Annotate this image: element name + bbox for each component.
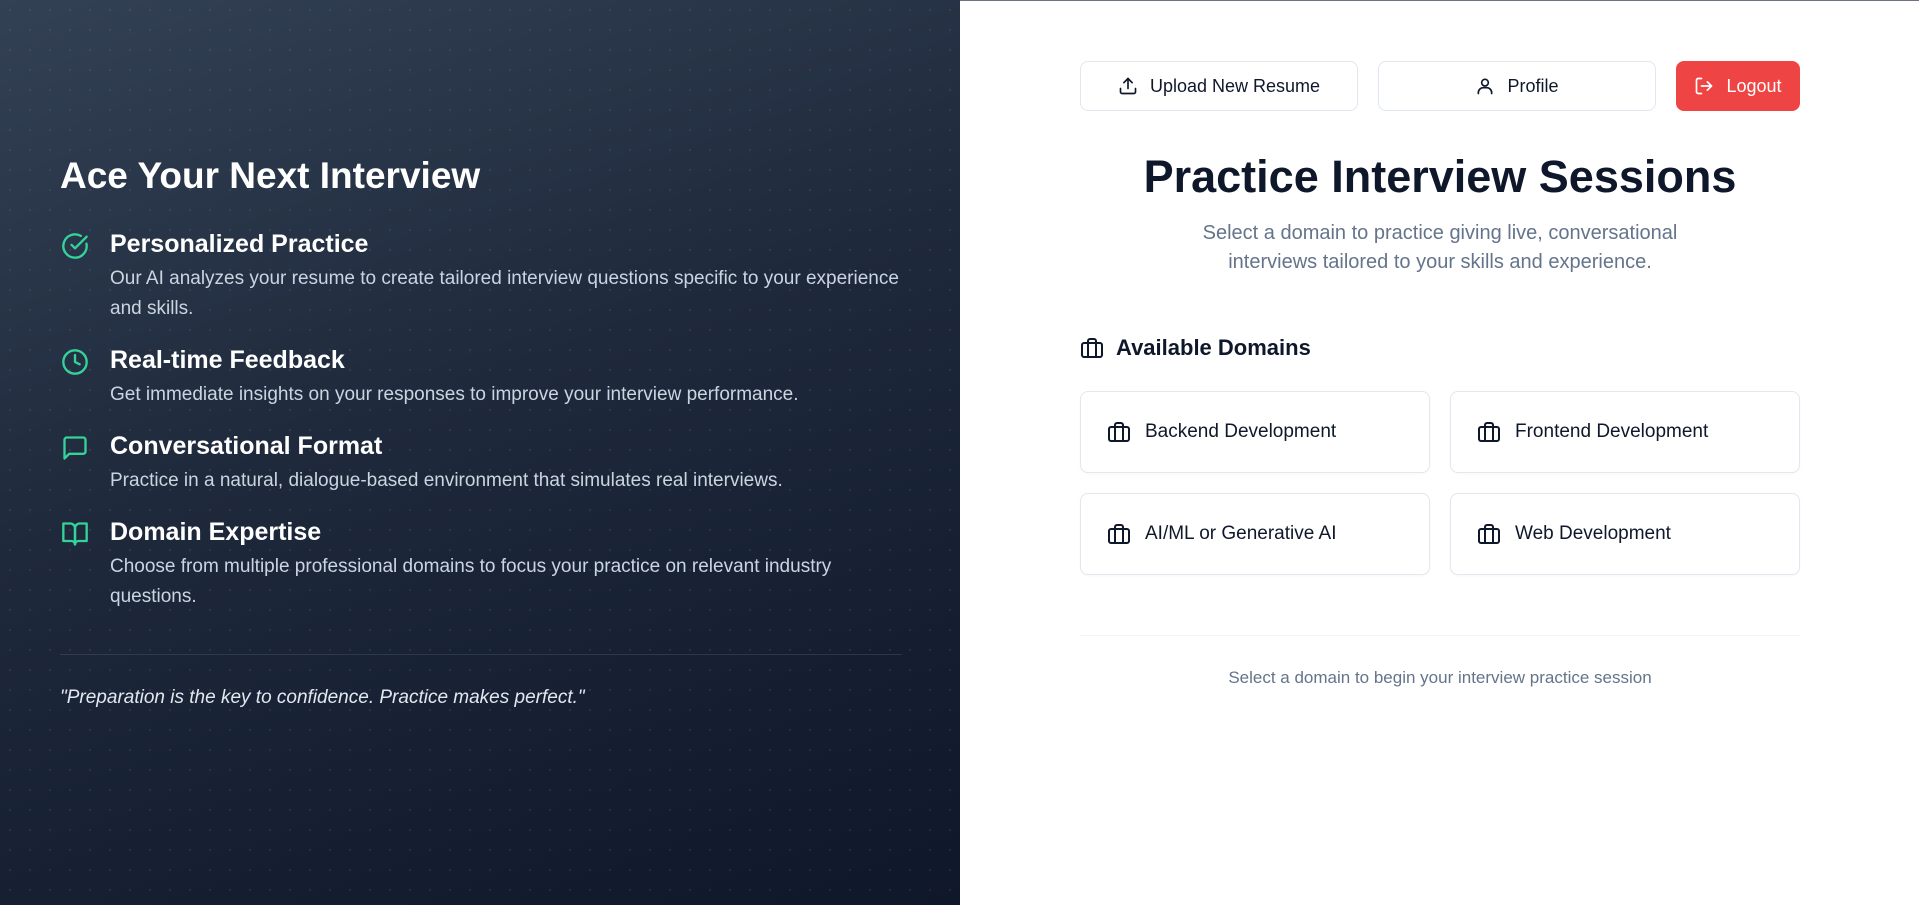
motivational-quote: "Preparation is the key to confidence. P…: [60, 687, 585, 708]
logout-icon: [1694, 76, 1714, 96]
logout-label: Logout: [1726, 75, 1782, 96]
message-square-icon: [60, 433, 90, 463]
feature-conversational-format: Conversational Format Practice in a natu…: [60, 430, 902, 496]
domain-grid: Backend Development Frontend Development: [1080, 391, 1800, 575]
page-subtitle: Select a domain to practice giving live,…: [1202, 222, 1678, 273]
clock-icon: [60, 347, 90, 377]
info-content: Ace Your Next Interview Personalized Pra…: [60, 150, 902, 730]
feature-description: Practice in a natural, dialogue-based en…: [110, 470, 783, 491]
briefcase-icon: [1107, 522, 1131, 546]
feature-realtime-feedback: Real-time Feedback Get immediate insight…: [60, 344, 902, 410]
domain-card-web[interactable]: Web Development: [1450, 493, 1800, 575]
briefcase-icon: [1477, 522, 1501, 546]
upload-icon: [1118, 76, 1138, 96]
logout-button[interactable]: Logout: [1676, 61, 1800, 111]
check-circle-icon: [60, 231, 90, 261]
domain-card-ai-ml[interactable]: AI/ML or Generative AI: [1080, 493, 1430, 575]
briefcase-icon: [1080, 336, 1104, 360]
domain-card-backend[interactable]: Backend Development: [1080, 391, 1430, 473]
upload-resume-label: Upload New Resume: [1149, 75, 1321, 96]
section-heading: Available Domains: [1080, 335, 1800, 361]
feature-description: Choose from multiple professional domain…: [110, 556, 832, 607]
user-icon: [1475, 76, 1495, 96]
info-panel: Ace Your Next Interview Personalized Pra…: [0, 0, 960, 905]
toolbar: Upload New Resume Profile Logout: [1080, 61, 1800, 111]
feature-title: Real-time Feedback: [110, 346, 345, 374]
profile-label: Profile: [1507, 75, 1559, 96]
domain-label: Backend Development: [1145, 421, 1337, 442]
domain-label: Web Development: [1515, 523, 1671, 544]
upload-resume-button[interactable]: Upload New Resume: [1080, 61, 1358, 111]
briefcase-icon: [1107, 420, 1131, 444]
domain-label: AI/ML or Generative AI: [1145, 523, 1337, 544]
profile-button[interactable]: Profile: [1378, 61, 1656, 111]
feature-title: Personalized Practice: [110, 230, 369, 258]
feature-personalized-practice: Personalized Practice Our AI analyzes yo…: [60, 228, 902, 324]
briefcase-icon: [1477, 420, 1501, 444]
section-title: Available Domains: [1116, 335, 1311, 360]
sessions-panel: Upload New Resume Profile Logout Practic…: [960, 0, 1919, 905]
feature-description: Our AI analyzes your resume to create ta…: [110, 268, 899, 319]
helper-text: Select a domain to begin your interview …: [1228, 668, 1652, 687]
book-open-icon: [60, 519, 90, 549]
feature-description: Get immediate insights on your responses…: [110, 384, 799, 405]
page-title: Practice Interview Sessions: [1143, 151, 1737, 202]
feature-domain-expertise: Domain Expertise Choose from multiple pr…: [60, 516, 902, 612]
feature-title: Conversational Format: [110, 432, 383, 460]
feature-title: Domain Expertise: [110, 518, 322, 546]
app-page: Ace Your Next Interview Personalized Pra…: [0, 0, 1919, 905]
info-title: Ace Your Next Interview: [60, 155, 481, 196]
divider: [1080, 635, 1800, 636]
domain-card-frontend[interactable]: Frontend Development: [1450, 391, 1800, 473]
divider: [60, 654, 902, 655]
domain-label: Frontend Development: [1515, 421, 1709, 442]
sessions-content: Upload New Resume Profile Logout Practic…: [1080, 61, 1800, 705]
